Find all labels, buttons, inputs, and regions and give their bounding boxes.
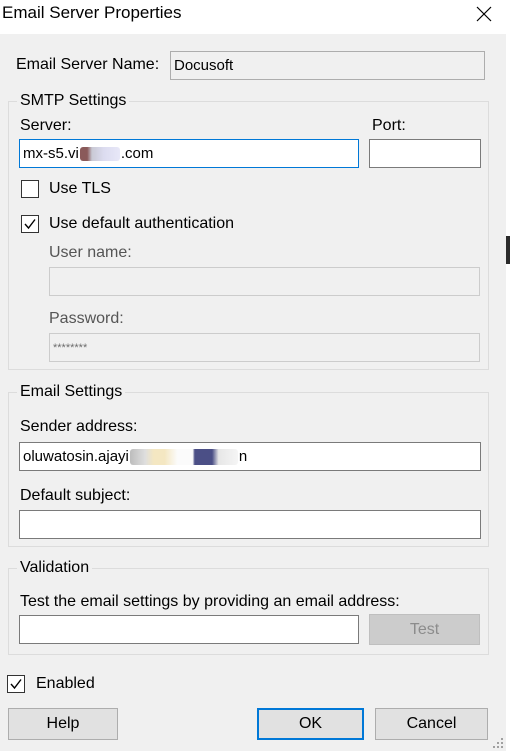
cancel-button[interactable]: Cancel: [375, 708, 488, 740]
use-tls-label: Use TLS: [49, 180, 111, 197]
username-input[interactable]: [49, 267, 480, 296]
default-subject-label: Default subject:: [20, 487, 131, 504]
validation-instruction: Test the email settings by providing an …: [20, 593, 400, 610]
ok-button[interactable]: OK: [257, 708, 364, 740]
close-icon: [476, 6, 492, 22]
password-input[interactable]: ********: [49, 333, 480, 362]
password-value: ********: [53, 341, 88, 354]
sender-value-start: oluwatosin.ajayi: [23, 448, 129, 465]
server-name-field: Docusoft: [170, 51, 485, 80]
checkmark-icon: [10, 679, 22, 690]
test-email-input[interactable]: [19, 615, 359, 644]
help-button[interactable]: Help: [8, 708, 118, 740]
port-label: Port:: [372, 117, 406, 134]
redacted-region: [79, 146, 120, 161]
background-window-edge: [506, 236, 510, 264]
test-button[interactable]: Test: [369, 614, 480, 645]
window-edge: [506, 0, 510, 751]
default-subject-input[interactable]: [19, 510, 481, 539]
redacted-region: [129, 448, 238, 465]
sender-value-end: n: [238, 448, 248, 465]
use-tls-checkbox[interactable]: [21, 180, 39, 198]
validation-title: Validation: [17, 559, 93, 577]
checkmark-icon: [24, 219, 36, 230]
username-label: User name:: [49, 244, 132, 261]
server-input[interactable]: mx-s5.vi .com: [19, 139, 359, 168]
enabled-label: Enabled: [36, 675, 95, 692]
server-label: Server:: [20, 117, 72, 134]
server-value-end: .com: [120, 145, 154, 162]
email-settings-title: Email Settings: [17, 383, 126, 401]
default-auth-checkbox[interactable]: [21, 215, 39, 233]
enabled-checkbox[interactable]: [7, 675, 25, 693]
sender-address-label: Sender address:: [20, 418, 138, 435]
password-label: Password:: [49, 310, 124, 327]
resize-grip-icon[interactable]: [492, 737, 504, 749]
window-title: Email Server Properties: [2, 3, 182, 22]
server-value-start: mx-s5.vi: [23, 145, 79, 162]
close-button[interactable]: [466, 0, 502, 28]
port-input[interactable]: [369, 139, 481, 168]
server-name-label: Email Server Name:: [16, 56, 160, 73]
server-name-value: Docusoft: [174, 57, 234, 74]
default-auth-label: Use default authentication: [49, 215, 235, 232]
sender-address-input[interactable]: oluwatosin.ajayi n: [19, 442, 481, 471]
smtp-settings-title: SMTP Settings: [17, 92, 130, 110]
